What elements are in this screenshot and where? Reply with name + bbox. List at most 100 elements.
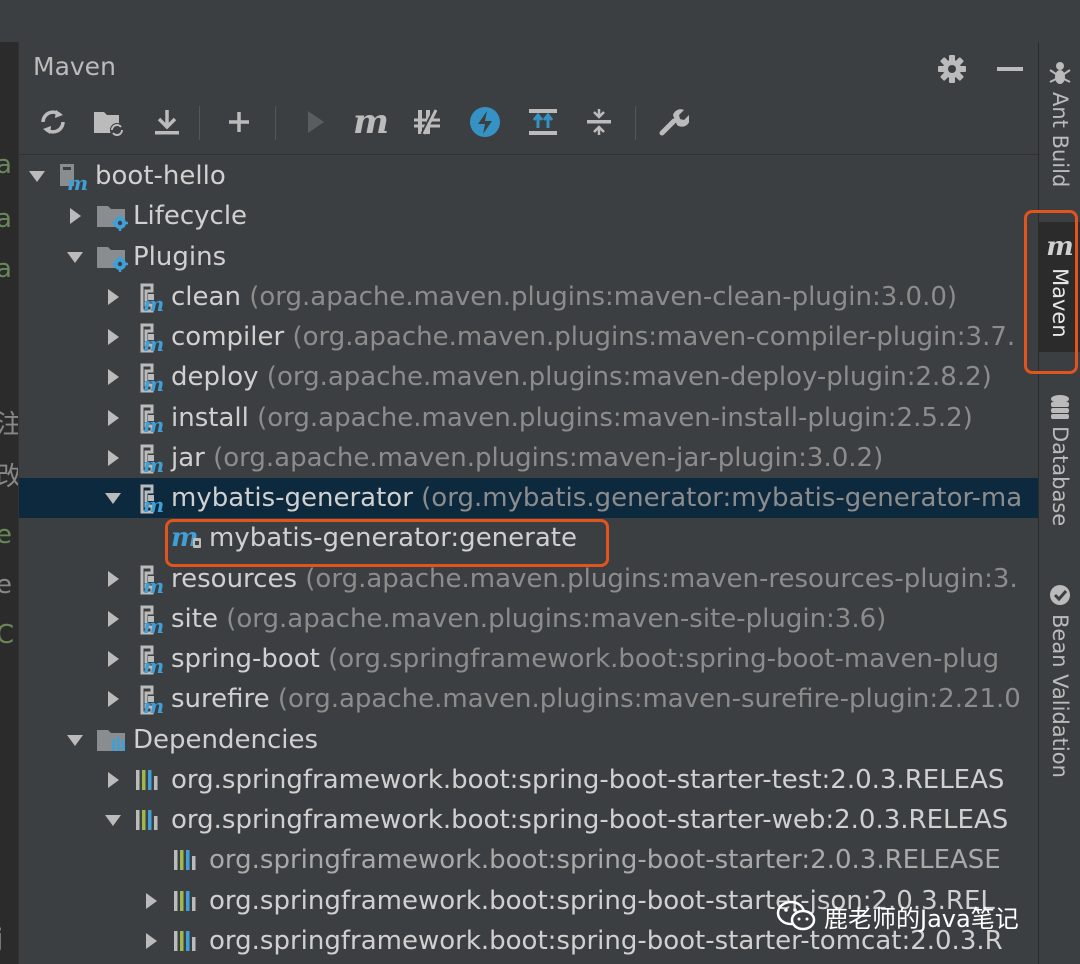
svg-text:m: m — [143, 493, 164, 514]
editor-text: a — [0, 150, 12, 180]
tree-row-dependency[interactable]: org.springframework.boot:spring-boot-sta… — [19, 800, 1039, 840]
svg-text:m: m — [143, 614, 164, 635]
svg-text:m: m — [67, 171, 88, 192]
tree-row-plugin[interactable]: m mybatis-generator (org.mybatis.generato… — [19, 478, 1039, 518]
tree-row-plugin[interactable]: m site (org.apache.maven.plugins:maven-si… — [19, 599, 1039, 639]
toolbar-separator — [199, 106, 200, 140]
maven-plugin-icon: m — [133, 402, 167, 437]
tree-node-label: boot-hello — [95, 158, 226, 194]
tree-row-plugin[interactable]: m clean (org.apache.maven.plugins:maven-c… — [19, 277, 1039, 317]
database-tab[interactable]: Database — [1039, 394, 1080, 526]
tree-node-label: jar (org.apache.maven.plugins:maven-jar-… — [171, 440, 883, 476]
node-name: mybatis-generator — [171, 483, 413, 513]
editor-text: a — [0, 254, 12, 284]
node-name: jar — [171, 443, 205, 473]
node-coordinates: (org.apache.maven.plugins:maven-jar-plug… — [213, 443, 884, 473]
top-strip — [0, 0, 1080, 43]
node-coordinates: (org.apache.maven.plugins:maven-site-plu… — [226, 604, 887, 634]
tree-row-plugin[interactable]: m surefire (org.apache.maven.plugins:mave… — [19, 679, 1039, 719]
maven-goal-icon[interactable]: m — [351, 102, 391, 142]
expand-arrow-icon[interactable] — [103, 649, 123, 669]
expand-arrow-icon[interactable] — [103, 569, 123, 589]
expand-arrow-icon[interactable] — [141, 931, 161, 951]
svg-text:m: m — [143, 372, 164, 393]
plugins-folder-icon — [95, 241, 129, 273]
tree-node-label: Dependencies — [133, 722, 318, 758]
gear-icon[interactable] — [935, 52, 969, 86]
maven-plugin-icon: m — [133, 683, 167, 718]
node-coordinates: (org.apache.maven.plugins:maven-compiler… — [292, 322, 1016, 352]
tree-row-plugin[interactable]: m install (org.apache.maven.plugins:maven… — [19, 398, 1039, 438]
dependencies-folder-icon — [95, 724, 129, 756]
node-coordinates: (org.apache.maven.plugins:maven-deploy-p… — [266, 362, 992, 392]
dependency-icon — [171, 885, 205, 917]
tree-node-label: install (org.apache.maven.plugins:maven-… — [171, 400, 973, 436]
svg-text:m: m — [143, 413, 164, 434]
expand-arrow-icon[interactable] — [65, 206, 85, 226]
collapse-all-icon[interactable] — [579, 102, 619, 142]
add-icon[interactable] — [219, 102, 259, 142]
bean-validation-tab[interactable]: Bean Validation — [1039, 582, 1080, 778]
editor-text: j — [0, 924, 3, 954]
show-dependencies-icon[interactable] — [523, 102, 563, 142]
ant-build-tab[interactable]: Ant Build — [1039, 60, 1080, 187]
tree-row-plugin[interactable]: m compiler (org.apache.maven.plugins:mave… — [19, 317, 1039, 357]
node-name: org.springframework.boot:spring-boot-sta… — [171, 805, 1009, 835]
editor-edge: a a a 注 改 e e C j — [0, 42, 18, 964]
expand-arrow-icon[interactable] — [103, 287, 123, 307]
expand-arrow-icon[interactable] — [103, 770, 123, 790]
collapse-arrow-icon[interactable] — [103, 810, 123, 830]
minimize-icon[interactable] — [993, 52, 1027, 86]
tree-node-label: compiler (org.apache.maven.plugins:maven… — [171, 319, 1015, 355]
node-name: org.springframework.boot:spring-boot-sta… — [171, 765, 1005, 795]
dependency-icon — [133, 804, 167, 836]
node-name: Plugins — [133, 242, 227, 272]
collapse-arrow-icon[interactable] — [27, 166, 47, 186]
reload-icon[interactable] — [33, 102, 73, 142]
expand-arrow-icon[interactable] — [103, 609, 123, 629]
editor-text: 改 — [0, 462, 18, 492]
goal-highlight-box — [165, 519, 609, 567]
node-name: Lifecycle — [133, 201, 248, 231]
maven-toolbar: m — [19, 94, 1039, 155]
offline-icon[interactable] — [465, 102, 505, 142]
node-name: org.springframework.boot:spring-boot-sta… — [209, 845, 1001, 875]
expand-arrow-icon[interactable] — [141, 891, 161, 911]
expand-arrow-icon[interactable] — [103, 367, 123, 387]
expand-arrow-icon[interactable] — [103, 689, 123, 709]
maven-plugin-icon: m — [133, 361, 167, 396]
editor-text: e — [0, 570, 12, 600]
node-coordinates: (org.mybatis.generator:mybatis-generator… — [421, 483, 1023, 513]
tree-row-dependency[interactable]: org.springframework.boot:spring-boot-sta… — [19, 760, 1039, 800]
expand-arrow-icon[interactable] — [103, 408, 123, 428]
tree-row-plugin[interactable]: m deploy (org.apache.maven.plugins:maven-… — [19, 357, 1039, 397]
run-icon[interactable] — [295, 102, 335, 142]
svg-text:m: m — [143, 292, 164, 313]
collapse-arrow-icon[interactable] — [103, 488, 123, 508]
tree-row-plugins[interactable]: Plugins — [19, 237, 1039, 277]
node-coordinates: (org.apache.maven.plugins:maven-resource… — [305, 564, 1018, 594]
maven-goal-label: m — [353, 102, 389, 142]
panel-header: Maven — [19, 42, 1039, 94]
bean-validation-icon — [1050, 585, 1070, 605]
tree-row-dependency[interactable]: org.springframework.boot:spring-boot-sta… — [19, 840, 1039, 880]
ant-icon — [1049, 62, 1071, 84]
tree-row-plugin[interactable]: m jar (org.apache.maven.plugins:maven-jar… — [19, 438, 1039, 478]
generate-sources-icon[interactable] — [89, 102, 129, 142]
tree-row-project[interactable]: m boot-hello — [19, 156, 1039, 196]
node-name: boot-hello — [95, 161, 226, 191]
tree-node-label: site (org.apache.maven.plugins:maven-sit… — [171, 601, 886, 637]
skip-tests-icon[interactable] — [407, 102, 447, 142]
collapse-arrow-icon[interactable] — [65, 730, 85, 750]
tree-row-dependencies[interactable]: Dependencies — [19, 720, 1039, 760]
tree-row-lifecycle[interactable]: Lifecycle — [19, 196, 1039, 236]
maven-project-icon: m — [57, 160, 91, 195]
expand-arrow-icon[interactable] — [103, 448, 123, 468]
tree-row-plugin[interactable]: m spring-boot (org.springframework.boot:s… — [19, 639, 1039, 679]
watermark: 鹿老师的Java笔记 — [776, 896, 1019, 936]
collapse-arrow-icon[interactable] — [65, 247, 85, 267]
download-icon[interactable] — [147, 102, 187, 142]
svg-text:m: m — [143, 654, 164, 675]
settings-wrench-icon[interactable] — [653, 102, 693, 142]
expand-arrow-icon[interactable] — [103, 327, 123, 347]
